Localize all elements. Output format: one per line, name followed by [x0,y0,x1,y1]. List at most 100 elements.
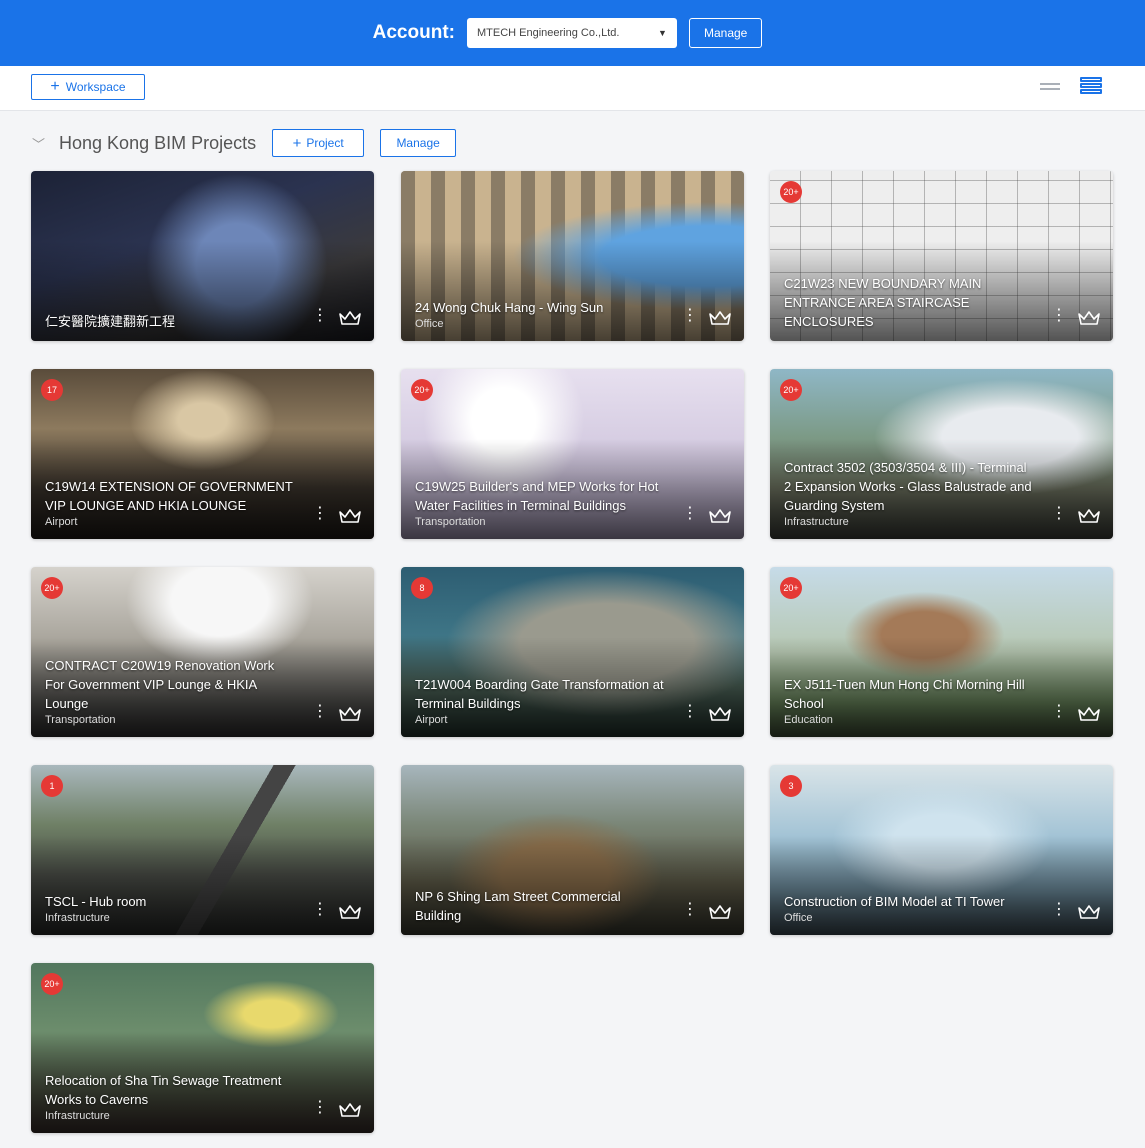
notification-badge: 8 [411,577,433,599]
top-header: Account: MTECH Engineering Co.,Ltd. ▼ Ma… [0,0,1145,66]
project-info: C19W14 EXTENSION OF GOVERNMENT VIP LOUNG… [45,477,294,529]
project-title: C21W23 NEW BOUNDARY MAIN ENTRANCE AREA S… [784,276,982,329]
project-title: Contract 3502 (3503/3504 & III) - Termin… [784,460,1032,513]
project-card[interactable]: 1 TSCL - Hub room Infrastructure ⋮ [31,765,374,935]
crown-icon[interactable] [338,903,362,921]
project-category: Education [784,714,833,726]
more-options-icon[interactable]: ⋮ [682,899,698,919]
project-card[interactable]: 20+ Contract 3502 (3503/3504 & III) - Ter… [770,369,1113,539]
project-info: TSCL - Hub room Infrastructure [45,892,294,925]
account-manage-button[interactable]: Manage [688,18,763,48]
notification-badge: 17 [41,379,63,401]
project-category: Airport [45,516,78,528]
account-label: Account: [372,22,455,43]
more-options-icon[interactable]: ⋮ [682,305,698,325]
project-card[interactable]: 20+ C21W23 NEW BOUNDARY MAIN ENTRANCE ARE… [770,171,1113,341]
notification-badge: 20+ [780,577,802,599]
more-options-icon[interactable]: ⋮ [1051,305,1067,325]
project-info: Construction of BIM Model at TI Tower Off… [784,892,1033,925]
project-title: NP 6 Shing Lam Street Commercial Buildin… [415,889,621,923]
more-options-icon[interactable]: ⋮ [682,701,698,721]
crown-icon[interactable] [708,309,732,327]
project-info: NP 6 Shing Lam Street Commercial Buildin… [415,887,664,925]
project-title: 仁安醫院擴建翻新工程 [45,314,176,329]
project-card[interactable]: 20+ CONTRACT C20W19 Renovation Work For G… [31,567,374,737]
project-card[interactable]: 20+ Relocation of Sha Tin Sewage Treatmen… [31,963,374,1133]
crown-icon[interactable] [1077,507,1101,525]
project-category: Transportation [415,516,486,528]
notification-badge: 1 [41,775,63,797]
project-card[interactable]: 24 Wong Chuk Hang - Wing Sun Office ⋮ [401,171,744,341]
more-options-icon[interactable]: ⋮ [312,305,328,325]
crown-icon[interactable] [1077,705,1101,723]
project-title: Construction of BIM Model at TI Tower [784,894,1005,909]
project-info: 24 Wong Chuk Hang - Wing Sun Office [415,298,664,331]
add-project-button[interactable]: + Project [272,129,365,157]
project-title: T21W004 Boarding Gate Transformation at … [415,677,664,711]
workspace-title: Hong Kong BIM Projects [59,132,257,153]
more-options-icon[interactable]: ⋮ [312,701,328,721]
project-title: TSCL - Hub room [45,894,147,909]
crown-icon[interactable] [708,705,732,723]
more-options-icon[interactable]: ⋮ [1051,503,1067,523]
notification-badge: 20+ [41,577,63,599]
card-view-icon[interactable] [1080,77,1102,97]
notification-badge: 20+ [41,973,63,995]
project-card[interactable]: 3 Construction of BIM Model at TI Tower Of… [770,765,1113,935]
project-category: Infrastructure [45,1110,110,1122]
project-info: 仁安醫院擴建翻新工程 [45,312,294,331]
more-options-icon[interactable]: ⋮ [1051,899,1067,919]
crown-icon[interactable] [1077,309,1101,327]
project-info: EX J511-Tuen Mun Hong Chi Morning Hill S… [784,675,1033,727]
project-category: Office [415,318,444,330]
workspace-section-header: ﹀ Hong Kong BIM Projects + Project Manag… [32,128,472,158]
notification-badge: 20+ [411,379,433,401]
project-info: C21W23 NEW BOUNDARY MAIN ENTRANCE AREA S… [784,274,1033,331]
project-card[interactable]: 20+ C19W25 Builder's and MEP Works for Ho… [401,369,744,539]
plus-icon: + [292,134,302,152]
crown-icon[interactable] [338,507,362,525]
add-workspace-button[interactable]: + Workspace [31,74,145,100]
project-category: Transportation [45,714,116,726]
project-info: CONTRACT C20W19 Renovation Work For Gove… [45,656,294,727]
project-category: Airport [415,714,448,726]
project-card[interactable]: 17 C19W14 EXTENSION OF GOVERNMENT VIP LOU… [31,369,374,539]
project-card[interactable]: 8 T21W004 Boarding Gate Transformation at… [401,567,744,737]
project-title: C19W25 Builder's and MEP Works for Hot W… [415,479,659,513]
notification-badge: 20+ [780,181,802,203]
project-card[interactable]: 20+ EX J511-Tuen Mun Hong Chi Morning Hil… [770,567,1113,737]
project-info: Relocation of Sha Tin Sewage Treatment W… [45,1071,294,1123]
crown-icon[interactable] [708,903,732,921]
project-title: EX J511-Tuen Mun Hong Chi Morning Hill S… [784,677,1025,711]
plus-icon: + [50,78,60,95]
crown-icon[interactable] [1077,903,1101,921]
more-options-icon[interactable]: ⋮ [312,503,328,523]
project-info: Contract 3502 (3503/3504 & III) - Termin… [784,458,1033,529]
chevron-down-icon[interactable]: ﹀ [32,134,45,153]
crown-icon[interactable] [338,1101,362,1119]
project-card[interactable]: NP 6 Shing Lam Street Commercial Buildin… [401,765,744,935]
notification-badge: 20+ [780,379,802,401]
account-select-value: MTECH Engineering Co.,Ltd. [476,27,620,39]
project-title: 24 Wong Chuk Hang - Wing Sun [415,300,604,315]
more-options-icon[interactable]: ⋮ [312,899,328,919]
crown-icon[interactable] [708,507,732,525]
crown-icon[interactable] [338,309,362,327]
chevron-down-icon: ▼ [658,28,667,38]
project-card[interactable]: 仁安醫院擴建翻新工程 ⋮ [31,171,374,341]
project-info: T21W004 Boarding Gate Transformation at … [415,675,664,727]
project-info: C19W25 Builder's and MEP Works for Hot W… [415,477,664,529]
account-select[interactable]: MTECH Engineering Co.,Ltd. ▼ [466,18,677,48]
project-category: Infrastructure [784,516,849,528]
notification-badge: 3 [780,775,802,797]
project-title: CONTRACT C20W19 Renovation Work For Gove… [45,658,275,711]
more-options-icon[interactable]: ⋮ [312,1097,328,1117]
account-bar: Account: MTECH Engineering Co.,Ltd. ▼ Ma… [373,18,763,48]
crown-icon[interactable] [338,705,362,723]
more-options-icon[interactable]: ⋮ [682,503,698,523]
add-workspace-label: Workspace [65,80,126,94]
workspace-manage-button[interactable]: Manage [380,129,457,157]
more-options-icon[interactable]: ⋮ [1051,701,1067,721]
list-view-icon[interactable] [1040,80,1060,96]
project-title: Relocation of Sha Tin Sewage Treatment W… [45,1073,282,1107]
